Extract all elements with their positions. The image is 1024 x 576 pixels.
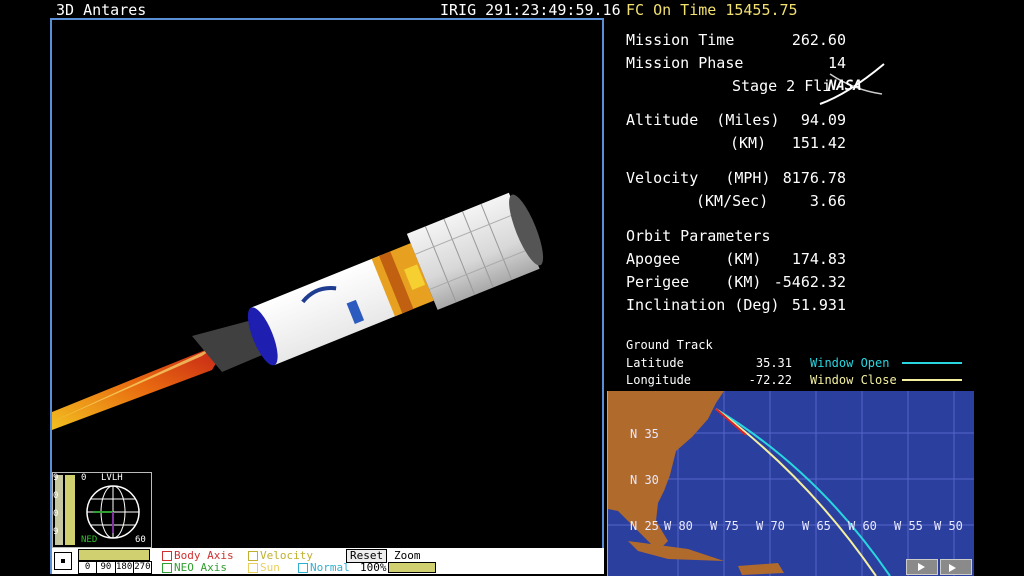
window-close-label: Window Close [810,373,897,387]
hud-tick: 0 [53,509,59,519]
window-close-line [902,379,962,381]
hud-mode: LVLH [101,473,123,483]
view-select-button[interactable] [54,552,72,570]
lon-label-55: W 55 [894,519,923,533]
heading-tick: 180 [114,562,133,573]
lat-label-35: N 35 [630,427,659,441]
longitude-value: -72.22 [748,373,792,387]
velocity-mph-value: 8176.78 [782,169,846,187]
mission-phase-label: Mission Phase [626,54,744,72]
lon-label-65: W 65 [802,519,831,533]
fast-forward-button[interactable] [940,559,972,575]
checkbox-icon [162,551,172,561]
altitude-km-label: (KM) [730,134,767,152]
velocity-kms-label: (KM/Sec) [696,192,769,210]
roll-scale[interactable] [78,549,150,561]
heading-tick: 90 [96,562,114,573]
longitude-label: Longitude [626,373,692,387]
ground-track-heading: Ground Track [626,338,713,352]
view-title: 3D Antares [56,1,147,19]
fast-forward-icon [949,564,956,572]
irig-clock: IRIG 291:23:49:59.16 [440,1,621,19]
hud-ned-label: NED [81,535,98,545]
heading-tick: 0 [84,562,91,572]
play-button[interactable] [906,559,938,575]
altitude-km-value: 151.42 [791,134,846,152]
latitude-label: Latitude [626,356,684,370]
lon-label-75: W 75 [710,519,739,533]
hispaniola [738,563,784,575]
hud-gauge [65,475,75,545]
cuba [628,541,724,561]
track-window-open [715,408,891,576]
nasa-logo-text: NASA [828,78,862,94]
rocket-stage-2 [247,192,544,366]
inclination-label: Inclination (Deg) [626,296,780,314]
latitude-value: 35.31 [755,356,792,370]
globe-icon [86,485,140,539]
apogee-label: Apogee (KM) [626,250,762,268]
sun-label: Sun [260,561,280,574]
neo-axis-label: NEO Axis [174,561,227,574]
zoom-value: 100% [360,561,387,574]
lon-label-60: W 60 [848,519,877,533]
hud-top-tick: 0 [81,473,87,483]
mission-time-label: Mission Time [626,31,735,49]
fc-on-time: FC On Time 15455.75 [626,1,798,19]
orbit-parameters-heading: Orbit Parameters [626,227,771,245]
play-icon [918,563,925,571]
ground-track-map[interactable]: N 35 N 30 N 25 W 80 W 75 W 70 W 65 W 60 … [607,391,974,576]
lon-label-70: W 70 [756,519,785,533]
velocity-kms-value: 3.66 [809,192,846,210]
altitude-label: Altitude (Miles) [626,111,780,129]
inclination-value: 51.931 [791,296,846,314]
lat-label-25: N 25 [630,519,659,533]
lon-label-80: W 80 [664,519,693,533]
normal-label: Normal [310,561,350,574]
track-window-close [715,408,877,576]
checkbox-icon [248,551,258,561]
attitude-hud: 9 0 0 9 0 LVLH NED 60 [52,472,152,548]
window-open-line [902,362,962,364]
mission-time-value: 262.60 [791,31,846,49]
checkbox-icon [298,563,308,573]
altitude-miles-value: 94.09 [800,111,846,129]
heading-scale[interactable]: 0 90 180 270 [78,561,152,574]
sun-toggle[interactable]: Sun [248,561,280,574]
checkbox-icon [162,563,172,573]
velocity-label: Velocity (MPH) [626,169,771,187]
apogee-value: 174.83 [791,250,846,268]
telemetry-panel: FC On Time 15455.75 Mission Time 262.60 … [612,0,972,390]
perigee-value: -5462.32 [773,273,846,291]
window-open-label: Window Open [810,356,890,370]
hud-right-tick: 60 [135,535,146,545]
hud-tick: 0 [53,491,59,501]
heading-tick: 270 [132,562,151,573]
vehicle-track [715,408,747,436]
perigee-label: Perigee (KM) [626,273,762,291]
view-controls-bar: 0 90 180 270 Body Axis NEO Axis Velocity… [52,548,604,574]
hud-tick: 9 [53,473,59,483]
zoom-slider[interactable] [388,562,436,573]
lon-label-50: W 50 [934,519,963,533]
lat-label-30: N 30 [630,473,659,487]
zoom-label: Zoom [394,549,421,562]
checkbox-icon [248,563,258,573]
phase-name: Stage 2 Fli [732,77,832,95]
map-graphic [608,391,974,576]
hud-tick: 9 [53,527,59,537]
neo-axis-toggle[interactable]: NEO Axis [162,561,227,574]
normal-toggle[interactable]: Normal [298,561,350,574]
